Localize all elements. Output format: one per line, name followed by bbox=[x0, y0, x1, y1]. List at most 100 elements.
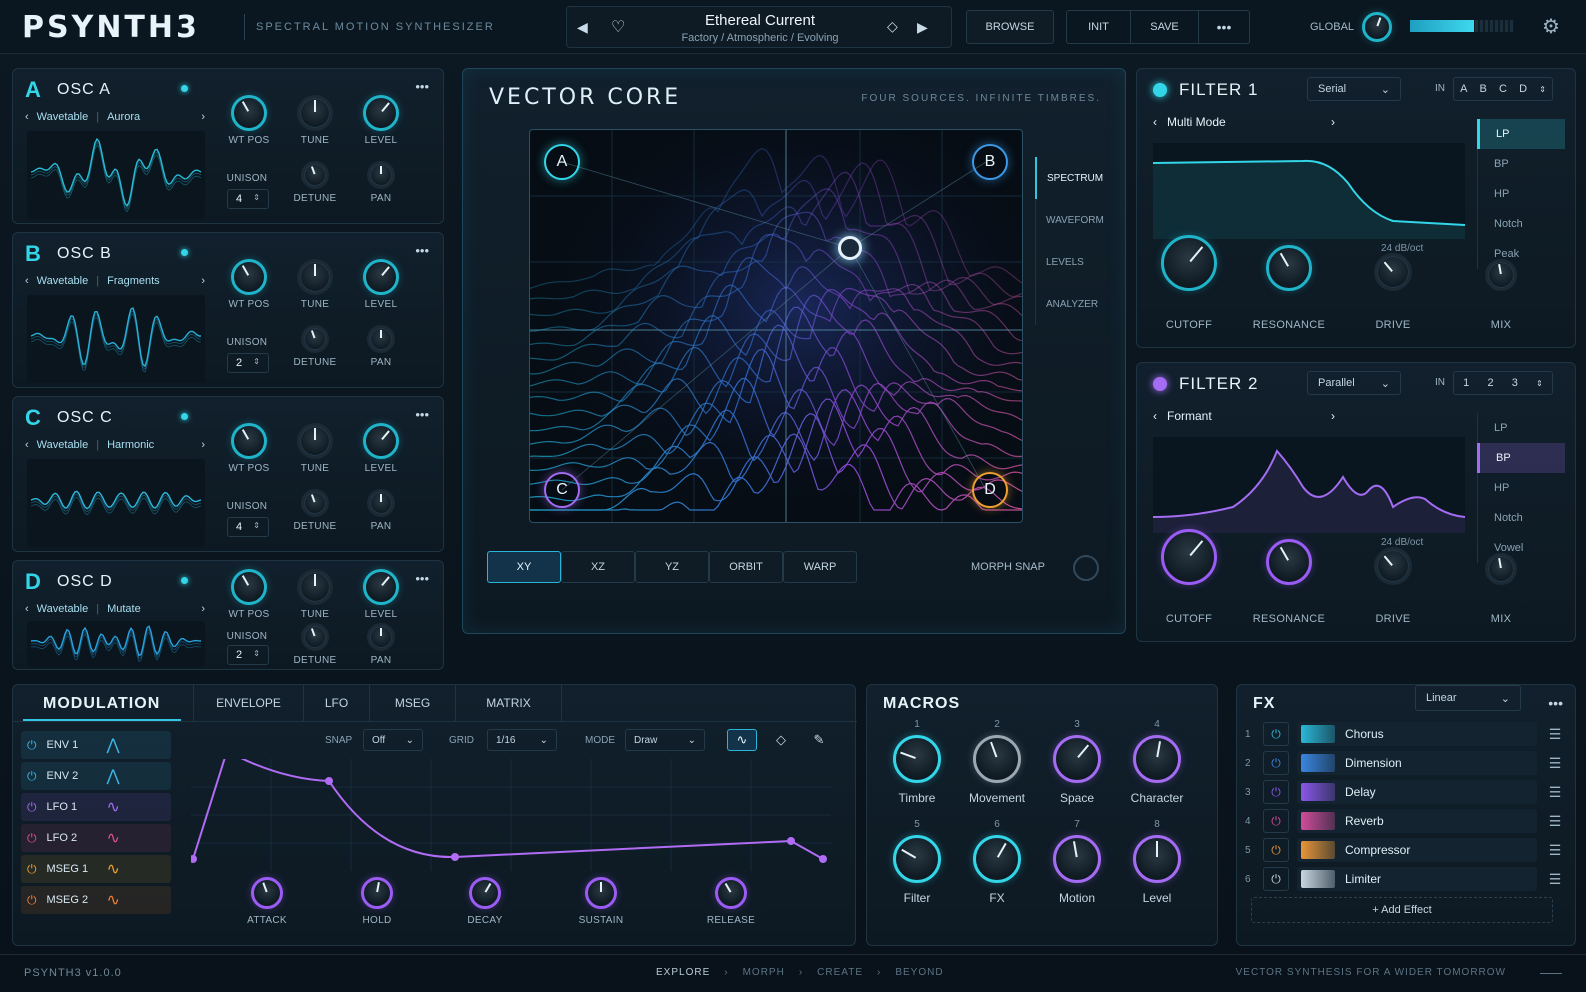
unison-stepper[interactable]: 2 ⇕ bbox=[227, 645, 269, 665]
filter-input-option[interactable]: 3 bbox=[1512, 377, 1518, 389]
mode-xy[interactable]: XY bbox=[487, 551, 561, 583]
next-wavetable-icon[interactable]: › bbox=[201, 603, 205, 615]
filter-type-bp[interactable]: BP bbox=[1477, 443, 1565, 473]
drive-knob[interactable] bbox=[1374, 253, 1412, 291]
stepper-arrows-icon[interactable]: ⇕ bbox=[253, 521, 260, 533]
init-button[interactable]: INIT bbox=[1067, 11, 1131, 43]
osc-active-dot[interactable] bbox=[181, 249, 188, 256]
fx-slot[interactable]: 6 ⏻ Limiter ☰ bbox=[1245, 866, 1565, 892]
tune-knob[interactable] bbox=[297, 95, 333, 131]
pan-knob[interactable] bbox=[367, 161, 395, 189]
drag-handle-icon[interactable]: ☰ bbox=[1545, 842, 1565, 859]
filter-type-lp[interactable]: LP bbox=[1477, 119, 1565, 149]
osc-menu-icon[interactable]: ••• bbox=[415, 243, 429, 258]
macro-label[interactable]: Timbre bbox=[877, 791, 957, 805]
wt-pos-knob[interactable] bbox=[231, 569, 267, 605]
stepper-arrows-icon[interactable]: ⇕ bbox=[253, 649, 260, 661]
corner-d[interactable]: D bbox=[972, 472, 1008, 508]
footer-step-morph[interactable]: MORPH bbox=[743, 967, 785, 978]
decay-knob[interactable] bbox=[469, 877, 501, 909]
settings-gear-icon[interactable]: ⚙ bbox=[1542, 14, 1560, 39]
osc-menu-icon[interactable]: ••• bbox=[415, 571, 429, 586]
curve-tool-icon[interactable]: ∿ bbox=[727, 729, 757, 751]
next-preset-icon[interactable]: ▶ bbox=[917, 19, 928, 36]
next-wavetable-icon[interactable]: › bbox=[201, 275, 205, 287]
macro-knob[interactable] bbox=[1133, 735, 1181, 783]
fx-slot[interactable]: 3 ⏻ Delay ☰ bbox=[1245, 779, 1565, 805]
sustain-knob[interactable] bbox=[585, 877, 617, 909]
mode-select[interactable]: Draw ⌄ bbox=[625, 729, 705, 751]
fx-name-bar[interactable]: Delay bbox=[1297, 780, 1537, 804]
filter-type-bp[interactable]: BP bbox=[1478, 149, 1565, 179]
tab-waveform[interactable]: WAVEFORM bbox=[1036, 199, 1115, 241]
osc-active-dot[interactable] bbox=[181, 577, 188, 584]
filter-input-option[interactable]: 1 bbox=[1463, 377, 1469, 389]
macro-label[interactable]: Character bbox=[1117, 791, 1197, 805]
more-menu-icon[interactable]: ••• bbox=[1199, 11, 1249, 43]
next-wavetable-icon[interactable]: › bbox=[201, 439, 205, 451]
level-knob[interactable] bbox=[363, 569, 399, 605]
drag-handle-icon[interactable]: ☰ bbox=[1545, 784, 1565, 801]
filter-input-option[interactable]: 2 bbox=[1487, 377, 1493, 389]
fx-slot[interactable]: 2 ⏻ Dimension ☰ bbox=[1245, 750, 1565, 776]
level-knob[interactable] bbox=[363, 259, 399, 295]
osc-menu-icon[interactable]: ••• bbox=[415, 79, 429, 94]
wt-pos-knob[interactable] bbox=[231, 423, 267, 459]
tab-levels[interactable]: LEVELS bbox=[1036, 241, 1115, 283]
drag-handle-icon[interactable]: ☰ bbox=[1545, 871, 1565, 888]
filter-routing-select[interactable]: Parallel ⌄ bbox=[1307, 371, 1401, 395]
fx-menu-icon[interactable]: ••• bbox=[1548, 695, 1563, 711]
tune-knob[interactable] bbox=[297, 569, 333, 605]
macro-label[interactable]: Motion bbox=[1037, 891, 1117, 905]
next-mode-icon[interactable]: › bbox=[1331, 409, 1335, 423]
filter-input-select[interactable]: A B C D ⇕ bbox=[1453, 77, 1553, 101]
power-icon[interactable]: ⏻ bbox=[27, 800, 37, 815]
macro-knob[interactable] bbox=[1053, 835, 1101, 883]
fx-name-bar[interactable]: Limiter bbox=[1297, 867, 1537, 891]
release-knob[interactable] bbox=[715, 877, 747, 909]
filter-input-select[interactable]: 1 2 3 ⇕ bbox=[1453, 371, 1553, 395]
wavetable-selector[interactable]: ‹ Wavetable | Aurora › bbox=[25, 107, 205, 127]
detune-knob[interactable] bbox=[301, 325, 329, 353]
filter-response-graph[interactable] bbox=[1153, 143, 1465, 239]
power-icon[interactable]: ⏻ bbox=[27, 893, 37, 908]
fx-power-icon[interactable]: ⏻ bbox=[1263, 809, 1289, 833]
filter-type-hp[interactable]: HP bbox=[1478, 473, 1565, 503]
tab-analyzer[interactable]: ANALYZER bbox=[1036, 283, 1115, 325]
corner-a[interactable]: A bbox=[544, 144, 580, 180]
drag-handle-icon[interactable]: ☰ bbox=[1545, 755, 1565, 772]
stepper-arrows-icon[interactable]: ⇕ bbox=[253, 357, 260, 369]
prev-wavetable-icon[interactable]: ‹ bbox=[25, 275, 29, 287]
fx-routing-control[interactable]: Linear ⌄ bbox=[1415, 685, 1521, 711]
mod-source-item[interactable]: ⏻ MSEG 2 ∿ bbox=[21, 886, 171, 914]
detune-knob[interactable] bbox=[301, 623, 329, 651]
osc-active-dot[interactable] bbox=[181, 85, 188, 92]
unison-stepper[interactable]: 4 ⇕ bbox=[227, 517, 269, 537]
unison-stepper[interactable]: 4 ⇕ bbox=[227, 189, 269, 209]
wt-pos-knob[interactable] bbox=[231, 259, 267, 295]
wavetable-selector[interactable]: ‹ Wavetable | Fragments › bbox=[25, 271, 205, 291]
filter-power-dot[interactable] bbox=[1153, 377, 1167, 391]
drag-handle-icon[interactable]: ☰ bbox=[1545, 726, 1565, 743]
filter-slope[interactable]: 24 dB/oct bbox=[1381, 537, 1423, 548]
unison-stepper[interactable]: 2 ⇕ bbox=[227, 353, 269, 373]
fx-slot[interactable]: 5 ⏻ Compressor ☰ bbox=[1245, 837, 1565, 863]
filter-type-lp[interactable]: LP bbox=[1478, 413, 1565, 443]
osc-active-dot[interactable] bbox=[181, 413, 188, 420]
tune-knob[interactable] bbox=[297, 423, 333, 459]
resonance-knob[interactable] bbox=[1266, 539, 1312, 585]
hold-knob[interactable] bbox=[361, 877, 393, 909]
attack-knob[interactable] bbox=[251, 877, 283, 909]
power-icon[interactable]: ⏻ bbox=[27, 862, 37, 877]
filter-type-notch[interactable]: Notch bbox=[1478, 209, 1565, 239]
corner-c[interactable]: C bbox=[544, 472, 580, 508]
fx-power-icon[interactable]: ⏻ bbox=[1263, 838, 1289, 862]
wavetable-display[interactable] bbox=[27, 621, 205, 667]
filter-input-option[interactable]: A bbox=[1460, 83, 1467, 95]
drag-handle-icon[interactable]: ☰ bbox=[1545, 813, 1565, 830]
macro-label[interactable]: Level bbox=[1117, 891, 1197, 905]
mod-source-item[interactable]: ⏻ MSEG 1 ∿ bbox=[21, 855, 171, 883]
filter-type-hp[interactable]: HP bbox=[1478, 179, 1565, 209]
mod-source-item[interactable]: ⏻ ENV 1 ⋀ bbox=[21, 731, 171, 759]
level-knob[interactable] bbox=[363, 95, 399, 131]
